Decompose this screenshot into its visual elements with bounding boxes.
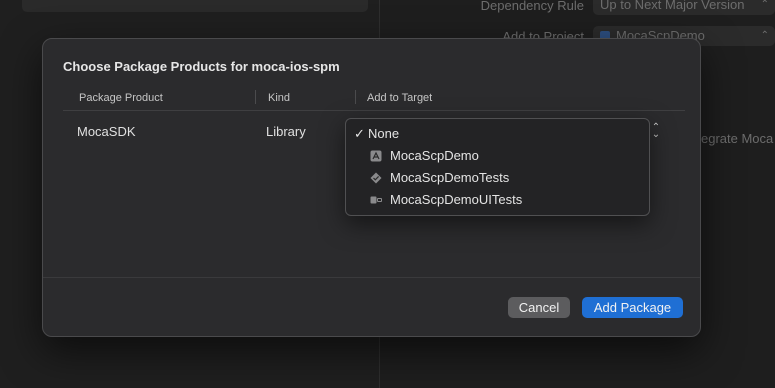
chevron-updown-icon: ⌃ <box>760 30 769 41</box>
cancel-button[interactable]: Cancel <box>508 297 570 318</box>
menu-item-label: MocaScpDemoTests <box>390 170 510 185</box>
column-header-kind[interactable]: Kind <box>268 92 290 112</box>
column-header-add-to-target[interactable]: Add to Target <box>367 92 432 112</box>
dependency-rule-value: Up to Next Major Version <box>600 0 745 12</box>
menu-item-label: MocaScpDemo <box>390 148 479 163</box>
ui-test-icon <box>370 196 382 204</box>
checkmark-icon: ✓ <box>354 126 365 141</box>
app-icon <box>370 150 382 162</box>
menu-item-mocascpdemo[interactable]: MocaScpDemo <box>346 145 649 167</box>
dependency-rule-popup[interactable]: Up to Next Major Version ⌃ <box>593 0 775 15</box>
header-divider <box>63 110 685 111</box>
sheet-title: Choose Package Products for moca-ios-spm <box>63 59 340 74</box>
column-header-package-product[interactable]: Package Product <box>79 92 163 112</box>
menu-item-label: None <box>368 126 400 141</box>
menu-item-label: MocaScpDemoUITests <box>390 192 523 207</box>
menu-item-none[interactable]: ✓ None <box>346 123 649 145</box>
column-separator <box>255 90 256 104</box>
column-separator <box>355 90 356 104</box>
footer-divider <box>43 277 700 278</box>
test-diamond-icon <box>370 172 382 184</box>
add-package-button[interactable]: Add Package <box>582 297 683 318</box>
menu-item-mocascpdemouitests[interactable]: MocaScpDemoUITests <box>346 189 649 211</box>
row-product-name: MocaSDK <box>77 124 136 139</box>
background-partial-text: egrate Moca <box>701 131 774 146</box>
row-kind: Library <box>266 124 306 139</box>
search-field-edge <box>22 0 368 12</box>
target-popup-chevron-icon[interactable]: ⌃ ⌄ <box>651 123 661 140</box>
menu-item-mocascpdemotests[interactable]: MocaScpDemoTests <box>346 167 649 189</box>
dependency-rule-label: Dependency Rule <box>480 0 584 13</box>
chevron-updown-icon: ⌃ <box>760 0 769 10</box>
add-to-target-menu: ✓ None MocaScpDemo MocaScpDemoTests Moca… <box>345 118 650 216</box>
